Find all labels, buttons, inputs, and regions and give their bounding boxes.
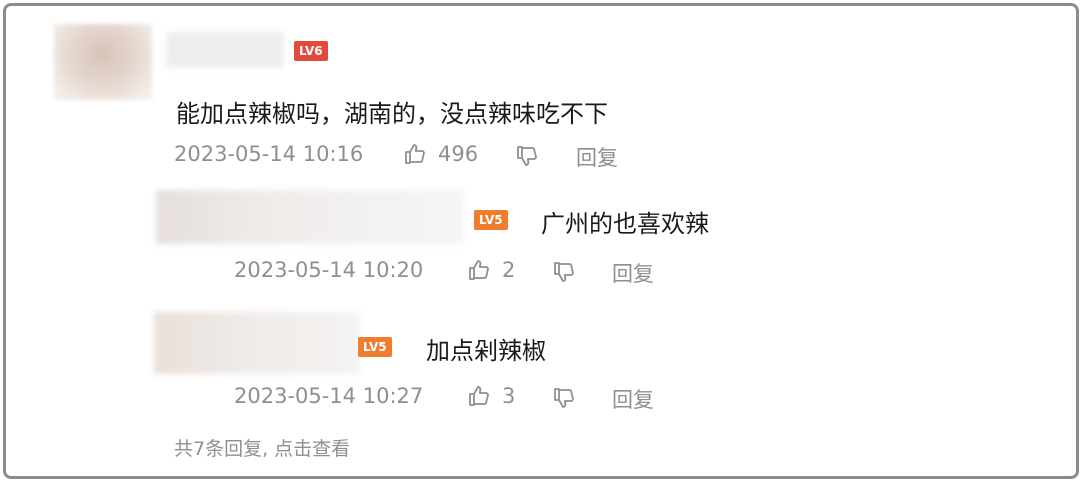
comment-card: LV6 能加点辣椒吗，湖南的，没点辣味吃不下 2023-05-14 10:16 … [3,3,1079,479]
timestamp: 2023-05-14 10:20 [234,258,424,282]
avatar[interactable] [54,24,152,100]
thumbs-up-icon[interactable] [467,258,491,282]
timestamp: 2023-05-14 10:27 [234,384,424,408]
thumbs-down-icon[interactable] [515,144,539,168]
level-badge: LV5 [474,210,508,230]
reply-button[interactable]: 回复 [576,142,618,172]
reply-username-blurred[interactable] [156,190,464,244]
level-badge: LV5 [358,337,392,357]
reply-text: 加点剁辣椒 [426,337,546,365]
reply-button[interactable]: 回复 [612,384,654,414]
timestamp: 2023-05-14 10:16 [174,142,364,166]
thumbs-down-icon[interactable] [552,260,576,284]
like-count: 2 [502,258,516,282]
level-badge: LV6 [294,41,328,61]
reply-button[interactable]: 回复 [612,258,654,288]
like-count: 496 [438,142,479,166]
reply-meta: 2023-05-14 10:27 3 回复 [234,384,674,412]
like-count: 3 [502,384,516,408]
username-blurred[interactable] [166,32,284,68]
reply-username-blurred[interactable] [154,312,360,374]
thumbs-down-icon[interactable] [552,386,576,410]
thumbs-up-icon[interactable] [403,142,427,166]
reply-text: 广州的也喜欢辣 [541,210,709,238]
thumbs-up-icon[interactable] [467,384,491,408]
comment-text: 能加点辣椒吗，湖南的，没点辣味吃不下 [176,100,608,128]
view-more-replies-link[interactable]: 共7条回复, 点击查看 [174,434,350,461]
comment-meta: 2023-05-14 10:16 496 回复 [174,142,634,170]
reply-meta: 2023-05-14 10:20 2 回复 [234,258,674,286]
